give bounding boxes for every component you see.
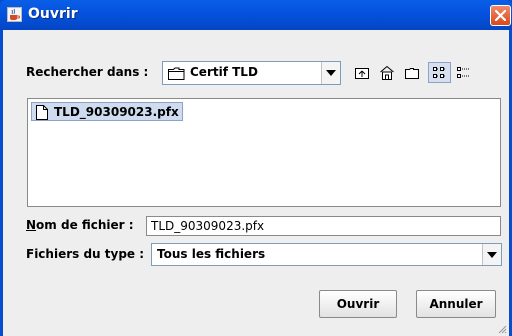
resize-grip-icon[interactable] bbox=[497, 324, 507, 334]
file-list[interactable]: TLD_90309023.pfx bbox=[27, 98, 501, 207]
details-view-icon bbox=[457, 67, 470, 78]
close-icon bbox=[495, 10, 506, 21]
open-dialog-window: Ouvrir Rechercher dans : Certif TLD TLD_… bbox=[0, 0, 512, 336]
cancel-button[interactable]: Annuler bbox=[416, 290, 496, 318]
home-button[interactable] bbox=[375, 62, 398, 83]
dialog-content: Rechercher dans : Certif TLD TLD_9030902… bbox=[3, 30, 509, 336]
home-icon bbox=[380, 65, 394, 80]
list-view-button[interactable] bbox=[428, 62, 451, 83]
up-folder-icon bbox=[355, 68, 369, 79]
file-name: TLD_90309023.pfx bbox=[54, 105, 179, 119]
file-type-combobox[interactable]: Tous les fichiers bbox=[151, 243, 502, 266]
details-view-button[interactable] bbox=[452, 62, 475, 83]
list-item[interactable]: TLD_90309023.pfx bbox=[31, 102, 183, 121]
list-view-icon bbox=[433, 67, 446, 78]
file-name-label: Nom de fichier : bbox=[26, 218, 134, 232]
java-cup-icon bbox=[7, 7, 22, 22]
file-name-label-mnemonic: N bbox=[26, 218, 37, 232]
file-name-label-text: om de fichier : bbox=[36, 218, 134, 232]
chevron-down-icon bbox=[487, 252, 497, 258]
file-icon bbox=[36, 105, 48, 120]
file-type-value: Tous les fichiers bbox=[157, 247, 266, 261]
window-title: Ouvrir bbox=[28, 6, 78, 22]
file-type-label: Fichiers du type : bbox=[26, 247, 145, 261]
title-bar[interactable]: Ouvrir bbox=[0, 0, 512, 30]
chevron-down-icon bbox=[326, 70, 336, 76]
open-button[interactable]: Ouvrir bbox=[319, 290, 397, 318]
file-type-dropdown-button[interactable] bbox=[482, 244, 501, 265]
look-in-value: Certif TLD bbox=[190, 65, 258, 79]
look-in-combobox[interactable]: Certif TLD bbox=[162, 61, 341, 85]
new-folder-button[interactable] bbox=[400, 62, 423, 83]
look-in-dropdown-button[interactable] bbox=[321, 62, 340, 84]
new-folder-icon bbox=[405, 68, 419, 79]
close-button[interactable] bbox=[490, 5, 511, 26]
up-one-level-button[interactable] bbox=[350, 62, 373, 83]
folder-icon bbox=[168, 67, 185, 80]
look-in-label: Rechercher dans : bbox=[26, 65, 149, 79]
file-name-input[interactable] bbox=[146, 216, 501, 236]
